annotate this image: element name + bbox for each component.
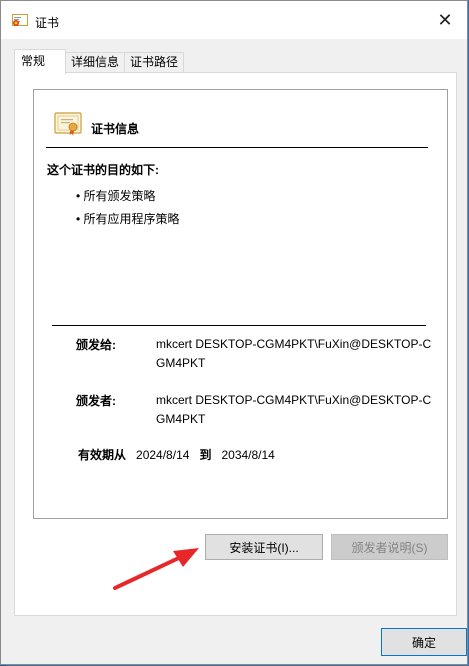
certificate-ribbon-icon <box>54 111 82 137</box>
divider-top <box>46 147 428 148</box>
valid-from-date: 2024/8/14 <box>136 448 190 462</box>
purpose-label: 这个证书的目的如下: <box>47 163 159 177</box>
ok-button[interactable]: 确定 <box>381 628 467 656</box>
valid-from-label: 有效期从 <box>78 448 127 462</box>
install-certificate-button[interactable]: 安装证书(I)... <box>205 534 323 560</box>
issued-by-label: 颁发者: <box>76 394 116 408</box>
tab-details[interactable]: 详细信息 <box>65 52 125 72</box>
tab-general[interactable]: 常规 <box>14 49 66 74</box>
window-title: 证书 <box>35 16 60 30</box>
tab-certification-path[interactable]: 证书路径 <box>124 52 184 72</box>
divider-bottom <box>52 325 426 326</box>
valid-to-label: 到 <box>199 448 212 462</box>
close-button[interactable]: ✕ <box>423 1 467 39</box>
certificate-icon <box>12 14 28 28</box>
title-bar: 证书 ✕ <box>1 1 467 39</box>
purpose-item: • 所有应用程序策略 <box>76 212 180 226</box>
issued-to-label: 颁发给: <box>76 338 116 352</box>
certificate-info-header: 证书信息 <box>91 122 140 136</box>
validity-period: 有效期从 2024/8/14 到 2034/8/14 <box>78 446 275 463</box>
close-icon: ✕ <box>437 9 453 30</box>
purpose-item: • 所有颁发策略 <box>76 189 156 203</box>
issuer-statement-button[interactable]: 颁发者说明(S) <box>331 534 448 560</box>
certificate-info-box: 证书信息 这个证书的目的如下: • 所有颁发策略 • 所有应用程序策略 颁发给:… <box>33 89 448 519</box>
issued-to-value: mkcert DESKTOP-CGM4PKT\FuXin@DESKTOP-CGM… <box>156 337 432 370</box>
issued-by-value: mkcert DESKTOP-CGM4PKT\FuXin@DESKTOP-CGM… <box>156 393 432 426</box>
certificate-dialog: 证书 ✕ 常规 详细信息 证书路径 证书信息 这个证书的目的如下: • 所有颁发… <box>0 0 468 665</box>
valid-to-date: 2034/8/14 <box>221 448 275 462</box>
red-arrow <box>113 548 199 590</box>
